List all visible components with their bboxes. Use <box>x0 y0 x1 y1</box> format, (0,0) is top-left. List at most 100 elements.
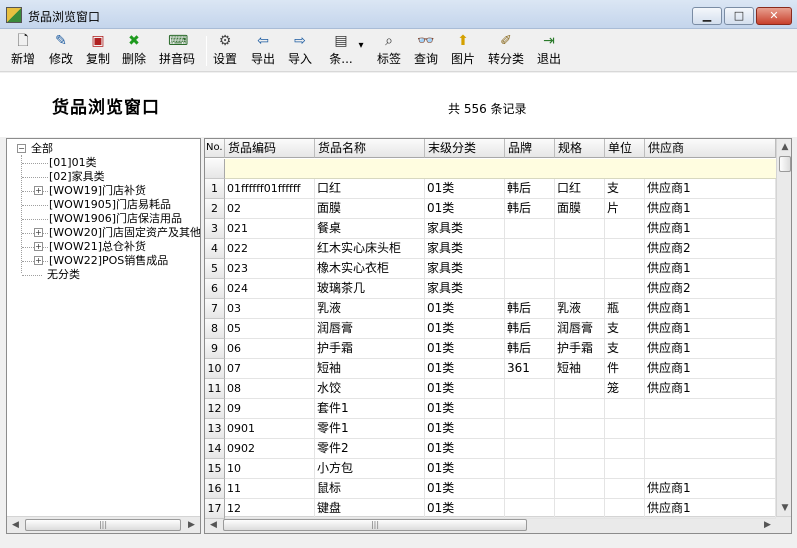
cell-goods-code[interactable]: 021 <box>225 219 315 239</box>
cell-brand[interactable]: 361 <box>505 359 555 379</box>
cell-brand[interactable] <box>505 399 555 419</box>
grid-scroll-thumb[interactable]: ||| <box>223 519 527 531</box>
cell-unit[interactable]: 片 <box>605 199 645 219</box>
cell-goods-code[interactable]: 12 <box>225 499 315 519</box>
cell-goods-name[interactable]: 小方包 <box>315 459 425 479</box>
cell-goods-code[interactable]: 11 <box>225 479 315 499</box>
cell-unit[interactable] <box>605 219 645 239</box>
row-number[interactable]: 17 <box>205 499 225 519</box>
grid-scroll-right-arrow-icon[interactable]: ▶ <box>759 517 776 533</box>
cell-goods-name[interactable]: 玻璃茶几 <box>315 279 425 299</box>
cell-category[interactable]: 家具类 <box>425 259 505 279</box>
cell-category[interactable]: 01类 <box>425 299 505 319</box>
cell-goods-name[interactable]: 乳液 <box>315 299 425 319</box>
cell-goods-name[interactable]: 套件1 <box>315 399 425 419</box>
cell-goods-code[interactable]: 09 <box>225 399 315 419</box>
cell-unit[interactable]: 件 <box>605 359 645 379</box>
cell-goods-name[interactable]: 零件1 <box>315 419 425 439</box>
cell-supplier[interactable]: 供应商1 <box>645 199 776 219</box>
cell-category[interactable]: 家具类 <box>425 279 505 299</box>
cell-unit[interactable] <box>605 399 645 419</box>
cell-unit[interactable]: 笼 <box>605 379 645 399</box>
goods-grid[interactable]: ▲ ▼ ◀ ||| ▶ No. 货品编码 货品名称 末级分类 品牌 规格 单位 供应商 1 01f… <box>204 138 792 534</box>
grid-vertical-scrollbar[interactable]: ▲ ▼ <box>776 139 791 516</box>
cell-brand[interactable]: 韩后 <box>505 199 555 219</box>
cell-brand[interactable] <box>505 459 555 479</box>
cell-unit[interactable] <box>605 419 645 439</box>
cell-supplier[interactable]: 供应商1 <box>645 219 776 239</box>
tree-item[interactable]: [WOW20]门店固定资产及其他 <box>49 226 200 240</box>
cell-spec[interactable] <box>555 239 605 259</box>
minimize-button[interactable]: ▁ <box>692 7 722 25</box>
cell-supplier[interactable]: 供应商1 <box>645 259 776 279</box>
cell-goods-code[interactable]: 022 <box>225 239 315 259</box>
cell-supplier[interactable]: 供应商1 <box>645 379 776 399</box>
cell-goods-code[interactable]: 03 <box>225 299 315 319</box>
cell-category[interactable]: 01类 <box>425 439 505 459</box>
cell-goods-code[interactable]: 10 <box>225 459 315 479</box>
cell-category[interactable]: 01类 <box>425 459 505 479</box>
close-button[interactable]: ✕ <box>756 7 792 25</box>
cell-brand[interactable] <box>505 419 555 439</box>
row-number[interactable]: 5 <box>205 259 225 279</box>
cell-category[interactable]: 01类 <box>425 179 505 199</box>
row-number[interactable]: 13 <box>205 419 225 439</box>
cell-spec[interactable]: 乳液 <box>555 299 605 319</box>
row-number[interactable]: 3 <box>205 219 225 239</box>
cell-category[interactable]: 01类 <box>425 419 505 439</box>
row-number[interactable]: 8 <box>205 319 225 339</box>
cell-category[interactable]: 01类 <box>425 379 505 399</box>
tree-root-collapse-icon[interactable]: − <box>17 144 26 153</box>
toolbar-button-broom[interactable]: ✐ 转分类 <box>484 33 528 69</box>
cell-unit[interactable]: 支 <box>605 339 645 359</box>
cell-supplier[interactable]: 供应商1 <box>645 299 776 319</box>
toolbar-button-label[interactable]: ⌕ 标签 <box>371 33 407 69</box>
cell-spec[interactable] <box>555 419 605 439</box>
cell-category[interactable]: 01类 <box>425 399 505 419</box>
cell-brand[interactable] <box>505 479 555 499</box>
grid-scroll-up-arrow-icon[interactable]: ▲ <box>777 139 791 155</box>
cell-supplier[interactable] <box>645 459 776 479</box>
row-number[interactable]: 14 <box>205 439 225 459</box>
cell-brand[interactable] <box>505 379 555 399</box>
cell-spec[interactable]: 润唇膏 <box>555 319 605 339</box>
toolbar-button-pinyin[interactable]: ⌨ 拼音码 <box>155 33 199 69</box>
cell-category[interactable]: 01类 <box>425 479 505 499</box>
category-tree[interactable]: ◀ ||| ▶ − 全部 [01]01类 [02]家具类 + [WOW19]门店补货 [WO… <box>6 138 201 534</box>
cell-brand[interactable]: 韩后 <box>505 179 555 199</box>
tree-item[interactable]: [WOW1906]门店保洁用品 <box>49 212 182 226</box>
grid-scroll-left-arrow-icon[interactable]: ◀ <box>205 517 222 533</box>
cell-supplier[interactable]: 供应商2 <box>645 279 776 299</box>
toolbar-button-settings[interactable]: ⚙ 设置 <box>207 33 243 69</box>
cell-unit[interactable] <box>605 239 645 259</box>
row-number[interactable]: 6 <box>205 279 225 299</box>
cell-supplier[interactable]: 供应商1 <box>645 179 776 199</box>
cell-supplier[interactable]: 供应商2 <box>645 239 776 259</box>
row-number[interactable]: 15 <box>205 459 225 479</box>
cell-spec[interactable] <box>555 399 605 419</box>
row-number[interactable]: 11 <box>205 379 225 399</box>
cell-supplier[interactable]: 供应商1 <box>645 319 776 339</box>
row-number[interactable]: 1 <box>205 179 225 199</box>
tree-scroll-thumb[interactable]: ||| <box>25 519 181 531</box>
tree-expand-icon[interactable]: + <box>34 186 43 195</box>
cell-goods-name[interactable]: 护手霜 <box>315 339 425 359</box>
cell-unit[interactable] <box>605 459 645 479</box>
tree-horizontal-scrollbar[interactable]: ◀ ||| ▶ <box>7 516 200 533</box>
cell-spec[interactable] <box>555 219 605 239</box>
cell-unit[interactable] <box>605 279 645 299</box>
row-number[interactable]: 9 <box>205 339 225 359</box>
cell-spec[interactable] <box>555 479 605 499</box>
row-number[interactable]: 4 <box>205 239 225 259</box>
cell-spec[interactable] <box>555 279 605 299</box>
tree-item[interactable]: [01]01类 <box>49 156 97 170</box>
cell-goods-name[interactable]: 短袖 <box>315 359 425 379</box>
row-number[interactable]: 10 <box>205 359 225 379</box>
cell-brand[interactable] <box>505 239 555 259</box>
cell-category[interactable]: 01类 <box>425 499 505 519</box>
cell-goods-code[interactable]: 02 <box>225 199 315 219</box>
cell-goods-code[interactable]: 07 <box>225 359 315 379</box>
tree-expand-icon[interactable]: + <box>34 256 43 265</box>
maximize-button[interactable]: □ <box>724 7 754 25</box>
cell-brand[interactable] <box>505 439 555 459</box>
